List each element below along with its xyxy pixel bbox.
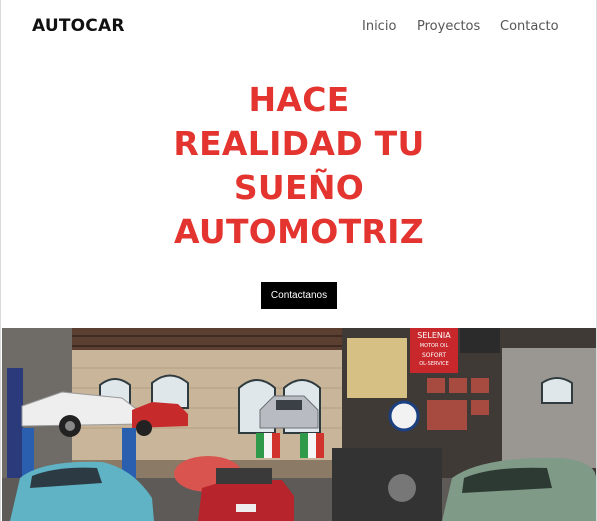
nav-link-contacto[interactable]: Contacto <box>500 19 559 34</box>
sign-text: SOFORT <box>422 352 446 359</box>
hero-line: HACE <box>248 80 350 119</box>
hero-line: AUTOMOTRIZ <box>174 212 424 251</box>
nav-link-inicio[interactable]: Inicio <box>362 19 396 34</box>
sign-text: OL-SERVICE <box>419 361 449 367</box>
hero-line: REALIDAD TU <box>173 124 425 163</box>
sign-text: MOTOR OIL <box>420 343 449 349</box>
sign-text: SELENIA <box>417 331 451 340</box>
garage-hero-image: SELENIA MOTOR OIL SOFORT OL-SERVICE <box>2 328 596 521</box>
nav-link-proyectos[interactable]: Proyectos <box>417 19 480 34</box>
hero-headline: HACE REALIDAD TU SUEÑO AUTOMOTRIZ <box>99 78 499 254</box>
site-logo[interactable]: AUTOCAR <box>32 16 125 36</box>
page-frame: AUTOCAR Inicio Proyectos Contacto HACE R… <box>0 0 597 521</box>
contact-button[interactable]: Contactanos <box>261 282 337 309</box>
hero-line: SUEÑO <box>233 168 365 207</box>
